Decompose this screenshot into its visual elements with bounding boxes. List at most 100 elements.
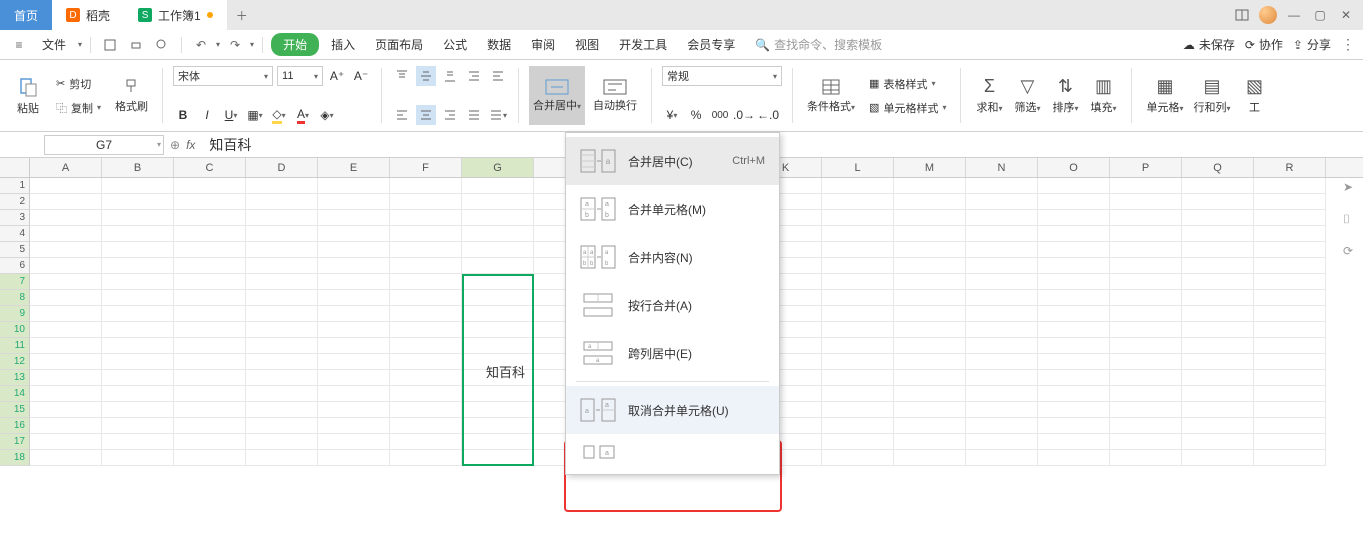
table-style-button[interactable]: ▦表格样式 [865,74,950,94]
decrease-indent-button[interactable] [464,66,484,86]
close-button[interactable]: ✕ [1337,6,1355,24]
row-header-5[interactable]: 5 [0,242,30,258]
menu-data[interactable]: 数据 [479,33,519,56]
tab-daoke[interactable]: D 稻壳 [52,0,124,30]
col-header-N[interactable]: N [966,158,1038,177]
row-header-17[interactable]: 17 [0,434,30,450]
row-header-10[interactable]: 10 [0,322,30,338]
share-button[interactable]: ⇪分享 [1293,36,1331,53]
fill-color-button[interactable]: ◇ [269,105,289,125]
row-header-2[interactable]: 2 [0,194,30,210]
font-name-select[interactable]: 宋体 [173,66,273,86]
refresh-icon[interactable]: ⟳ [1343,244,1359,260]
align-middle-button[interactable] [416,66,436,86]
name-box[interactable]: G7 ▾ [44,135,164,155]
menu-file[interactable]: 文件 [34,33,74,56]
font-size-select[interactable]: 11 [277,66,323,86]
increase-indent-button[interactable] [488,66,508,86]
save-icon[interactable] [99,34,121,56]
italic-button[interactable]: I [197,105,217,125]
align-left-button[interactable] [392,105,412,125]
currency-button[interactable]: ¥ [662,105,682,125]
merge-across-item[interactable]: 按行合并(A) [566,281,779,329]
cursor-icon[interactable]: ➤ [1343,180,1359,196]
row-header-12[interactable]: 12 [0,354,30,370]
menu-view[interactable]: 视图 [567,33,607,56]
col-header-B[interactable]: B [102,158,174,177]
align-center-button[interactable] [416,105,436,125]
col-header-P[interactable]: P [1110,158,1182,177]
redo-icon[interactable]: ↷ [224,34,246,56]
merge-content-item[interactable]: aabbab 合并内容(N) [566,233,779,281]
zoom-icon[interactable]: ⊕ [170,138,180,152]
row-header-6[interactable]: 6 [0,258,30,274]
col-header-G[interactable]: G [462,158,534,177]
reading-layout-icon[interactable] [1233,6,1251,24]
border-button[interactable]: ▦ [245,105,265,125]
print-icon[interactable] [125,34,147,56]
more-menu-button[interactable]: ⋮ [1341,36,1355,53]
comma-button[interactable]: 000 [710,105,730,125]
coop-button[interactable]: ⟳协作 [1245,36,1283,53]
sum-button[interactable]: Σ求和 [971,66,1007,125]
increase-font-button[interactable]: A⁺ [327,66,347,86]
tab-workbook[interactable]: S 工作簿1 [124,0,227,30]
align-right-button[interactable] [440,105,460,125]
menu-insert[interactable]: 插入 [323,33,363,56]
worksheet-button[interactable]: ▧工 [1237,66,1273,125]
col-header-E[interactable]: E [318,158,390,177]
menu-pagelayout[interactable]: 页面布局 [367,33,431,56]
menu-icon[interactable]: ≡ [8,34,30,56]
merge-center-item[interactable]: a 合并居中(C) Ctrl+M [566,137,779,185]
row-header-7[interactable]: 7 [0,274,30,290]
select-all-corner[interactable] [0,158,30,177]
cells-button[interactable]: ▦单元格 [1142,66,1187,125]
row-header-8[interactable]: 8 [0,290,30,306]
undo-icon[interactable]: ↶ [190,34,212,56]
new-tab-button[interactable]: ＋ [227,0,257,30]
row-header-3[interactable]: 3 [0,210,30,226]
col-header-M[interactable]: M [894,158,966,177]
panel-icon[interactable]: ⌷ [1343,212,1359,228]
row-header-1[interactable]: 1 [0,178,30,194]
sort-button[interactable]: ⇅排序 [1047,66,1083,125]
menu-devtools[interactable]: 开发工具 [611,33,675,56]
cell-style-button[interactable]: ▧单元格样式 [865,98,950,118]
underline-button[interactable]: U [221,105,241,125]
menu-start[interactable]: 开始 [271,33,319,56]
row-header-4[interactable]: 4 [0,226,30,242]
col-header-Q[interactable]: Q [1182,158,1254,177]
filter-button[interactable]: ▽筛选 [1009,66,1045,125]
bold-button[interactable]: B [173,105,193,125]
print-preview-icon[interactable] [151,34,173,56]
merge-center-button[interactable]: 合并居中 [529,66,585,125]
row-header-18[interactable]: 18 [0,450,30,466]
number-format-select[interactable]: 常规 [662,66,782,86]
row-header-13[interactable]: 13 [0,370,30,386]
format-painter-button[interactable]: 格式刷 [111,66,152,125]
col-header-F[interactable]: F [390,158,462,177]
search-input[interactable]: 🔍 查找命令、搜索模板 [755,36,882,53]
merge-cells-item[interactable]: abab 合并单元格(M) [566,185,779,233]
percent-button[interactable]: % [686,105,706,125]
increase-decimal-button[interactable]: .0→ [734,105,754,125]
fill-button[interactable]: ▥填充 [1085,66,1121,125]
rows-cols-button[interactable]: ▤行和列 [1189,66,1234,125]
fx-icon[interactable]: fx [186,138,195,152]
col-header-L[interactable]: L [822,158,894,177]
row-header-14[interactable]: 14 [0,386,30,402]
col-header-A[interactable]: A [30,158,102,177]
maximize-button[interactable]: ▢ [1311,6,1329,24]
copy-button[interactable]: ⿻复制 [52,98,105,118]
avatar[interactable] [1259,6,1277,24]
col-header-R[interactable]: R [1254,158,1326,177]
formula-value[interactable]: 知百科 [209,135,251,155]
col-header-O[interactable]: O [1038,158,1110,177]
unmerge-cells-item[interactable]: aa 取消合并单元格(U) [566,386,779,434]
row-header-9[interactable]: 9 [0,306,30,322]
col-header-C[interactable]: C [174,158,246,177]
justify-button[interactable] [464,105,484,125]
menu-formula[interactable]: 公式 [435,33,475,56]
clear-format-button[interactable]: ◈ [317,105,337,125]
orientation-button[interactable] [488,105,508,125]
